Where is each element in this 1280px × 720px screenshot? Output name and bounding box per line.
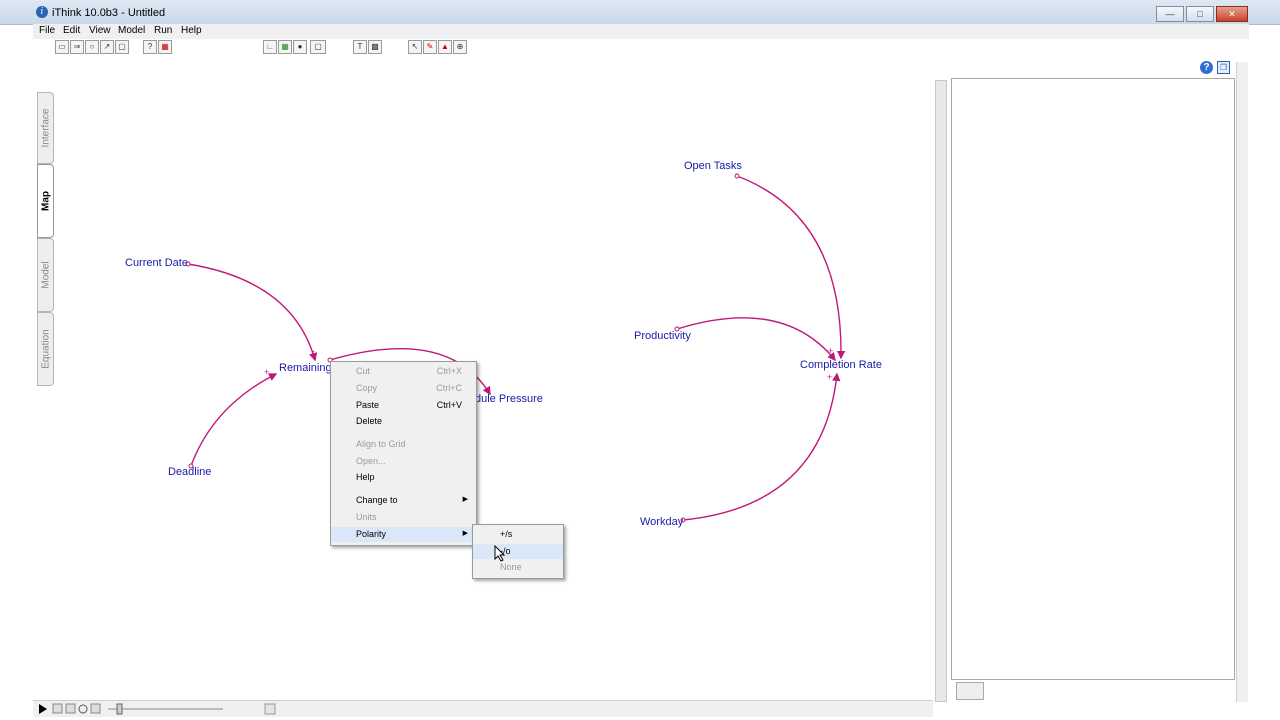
panel-restore-icon[interactable]: ❐ (1217, 61, 1230, 74)
menu-item-change-to[interactable]: Change to ▶ (331, 493, 476, 508)
tab-map[interactable]: Map (37, 164, 54, 238)
minimize-button[interactable]: — (1156, 6, 1184, 22)
polarity-submenu: +/s -/o None (472, 524, 564, 579)
tab-interface-label: Interface (40, 108, 51, 148)
menu-model[interactable]: Model (118, 25, 145, 36)
menu-run[interactable]: Run (154, 25, 172, 36)
numeric-display-icon[interactable]: ● (293, 40, 307, 54)
menu-item-units[interactable]: Units (331, 510, 476, 525)
speed-button-icon[interactable] (90, 703, 101, 714)
connector-tool-icon[interactable]: ↗ (100, 40, 114, 54)
connector-layer (185, 173, 846, 523)
polarity-plus-productivity-link: + (828, 346, 834, 356)
menu-item-open[interactable]: Open... (331, 454, 476, 469)
decision-tool-icon[interactable]: ▢ (115, 40, 129, 54)
pointer-tool-icon[interactable]: ↖ (408, 40, 422, 54)
table-tool-icon[interactable]: ▦ (278, 40, 292, 54)
delete-tool-icon[interactable]: ▦ (158, 40, 172, 54)
variable-completion-rate[interactable]: Completion Rate (800, 359, 882, 371)
panel-help-icon[interactable]: ? (1200, 61, 1213, 74)
variable-productivity[interactable]: Productivity (634, 330, 691, 342)
panel-document-icon[interactable] (956, 682, 984, 700)
help-tool-icon[interactable]: ? (143, 40, 157, 54)
variable-schedule-pressure[interactable]: dule Pressure (475, 393, 543, 405)
menu-file[interactable]: File (39, 25, 55, 36)
hscroll-thumb[interactable] (264, 703, 276, 715)
link-deadline-to-remaining[interactable] (190, 373, 278, 467)
mouse-cursor-icon (494, 545, 506, 562)
toolbar: ▭ ⇒ ○ ↗ ▢ ? ▦ ∟ ▦ ● ▢ T ▩ ↖ ✎ ▲ ⊕ (53, 40, 933, 54)
title-bar: i iThink 10.0b3 - Untitled — □ ✕ (0, 0, 1280, 25)
flow-tool-icon[interactable]: ⇒ (70, 40, 84, 54)
close-button[interactable]: ✕ (1216, 6, 1248, 22)
variable-workday[interactable]: Workday (640, 516, 683, 528)
run-button-icon[interactable] (39, 704, 47, 714)
variable-remaining[interactable]: Remaining (279, 362, 332, 374)
speed-slider-thumb[interactable] (116, 703, 123, 715)
tab-equation-label: Equation (40, 329, 51, 369)
polarity-minus-open-tasks: - (735, 169, 738, 179)
polarity-option-negative[interactable]: -/o (473, 544, 563, 559)
picture-tool-icon[interactable]: ▩ (368, 40, 382, 54)
polarity-option-none[interactable]: None (473, 560, 563, 575)
ithink-app-icon: i (36, 6, 48, 18)
tab-model[interactable]: Model (37, 238, 54, 312)
menu-item-polarity[interactable]: Polarity ▶ (331, 527, 476, 542)
tab-interface[interactable]: Interface (37, 92, 54, 164)
variable-open-tasks[interactable]: Open Tasks (684, 160, 742, 172)
variable-deadline[interactable]: Deadline (168, 466, 211, 478)
text-tool-icon[interactable]: T (353, 40, 367, 54)
window-controls: — □ ✕ (1154, 6, 1248, 22)
menu-item-align-to-grid[interactable]: Align to Grid (331, 437, 476, 452)
run-controls (39, 703, 276, 715)
right-panel (951, 78, 1235, 680)
context-menu: Cut Ctrl+X Copy Ctrl+C Paste Ctrl+V Delete … (330, 361, 477, 546)
vertical-scrollbar[interactable] (1236, 62, 1248, 702)
menu-item-help[interactable]: Help (331, 470, 476, 485)
stop-button-icon[interactable] (65, 703, 76, 714)
menu-item-copy[interactable]: Copy Ctrl+C (331, 381, 476, 396)
polarity-plus-workday-link: + (827, 372, 833, 382)
polarity-plus-deadline-link: + (264, 367, 270, 377)
tab-map-label: Map (40, 191, 51, 211)
menu-edit[interactable]: Edit (63, 25, 80, 36)
variable-current-date[interactable]: Current Date (125, 257, 188, 269)
reset-button-icon[interactable] (78, 704, 88, 714)
graph-tool-icon[interactable]: ∟ (263, 40, 277, 54)
converter-tool-icon[interactable]: ○ (85, 40, 99, 54)
menu-item-delete[interactable]: Delete (331, 414, 476, 429)
link-productivity-to-completion-rate[interactable] (676, 317, 836, 362)
submenu-arrow-icon: ▶ (462, 530, 468, 537)
tab-equation[interactable]: Equation (37, 312, 54, 386)
menu-bar: File Edit View Model Run Help (33, 24, 1249, 39)
map-canvas[interactable]: Current Date Remaining Deadline dule Pre… (53, 56, 933, 698)
link-workday-to-completion-rate[interactable] (682, 372, 841, 521)
slider-tool-icon[interactable]: ▢ (310, 40, 326, 54)
pause-button-icon[interactable] (52, 703, 63, 714)
tab-model-label: Model (40, 261, 51, 289)
polarity-minus-remaining: - (312, 346, 315, 356)
menu-help[interactable]: Help (181, 25, 202, 36)
dynamite-tool-icon[interactable]: ▲ (438, 40, 452, 54)
submenu-arrow-icon: ▶ (462, 496, 468, 503)
menu-item-paste[interactable]: Paste Ctrl+V (331, 398, 476, 413)
paintbrush-tool-icon[interactable]: ✎ (423, 40, 437, 54)
link-open-tasks-to-completion-rate[interactable] (736, 175, 846, 360)
menu-item-cut[interactable]: Cut Ctrl+X (331, 364, 476, 379)
link-current-date-to-remaining[interactable] (187, 263, 318, 362)
menu-view[interactable]: View (89, 25, 111, 36)
zoom-tool-icon[interactable]: ⊕ (453, 40, 467, 54)
run-controller-bar (33, 700, 933, 717)
window-title: iThink 10.0b3 - Untitled (52, 7, 166, 19)
stock-tool-icon[interactable]: ▭ (55, 40, 69, 54)
polarity-option-positive[interactable]: +/s (473, 527, 563, 542)
maximize-button[interactable]: □ (1186, 6, 1214, 22)
splitter-bar[interactable] (935, 80, 947, 702)
